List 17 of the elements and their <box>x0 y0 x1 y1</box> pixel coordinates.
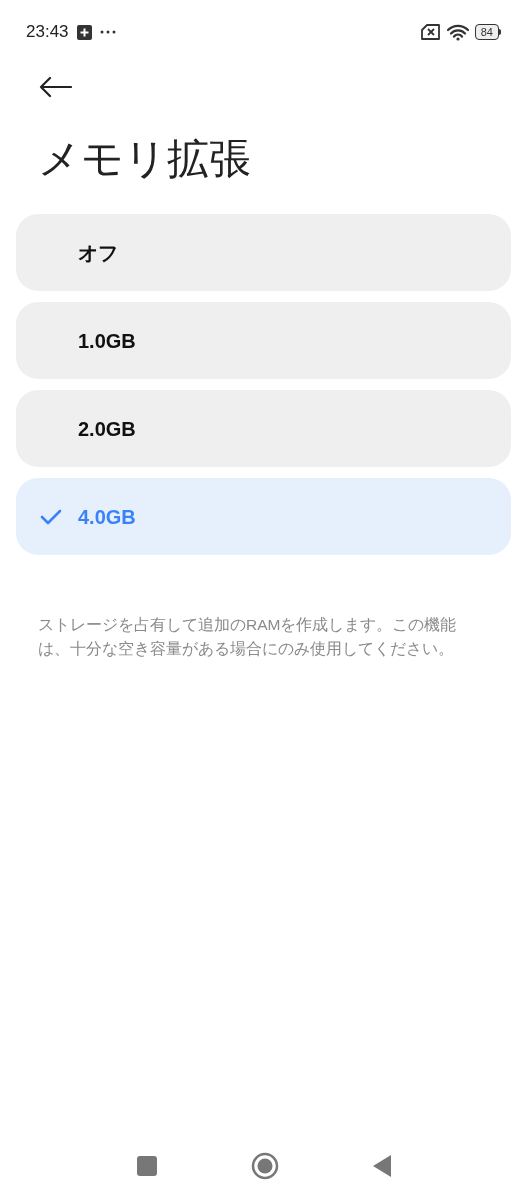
back-arrow-icon <box>38 76 72 98</box>
no-sim-icon <box>420 24 441 40</box>
checkmark-icon <box>40 508 62 525</box>
battery-icon: 84 <box>474 24 501 40</box>
back-button[interactable] <box>38 76 72 98</box>
notification-plus-icon <box>76 24 92 40</box>
recents-square-icon[interactable] <box>136 1156 157 1176</box>
more-dots-icon <box>99 30 116 34</box>
option-item[interactable]: オフ <box>16 214 511 291</box>
wifi-icon <box>446 23 469 41</box>
page-title: メモリ拡張 <box>37 134 252 184</box>
description-text: ストレージを占有して追加のRAMを作成します。この機能は、十分な空き容量がある場合にのみ使用してください。 <box>38 615 458 659</box>
back-triangle-icon[interactable] <box>372 1155 391 1177</box>
option-item[interactable]: 2.0GB <box>16 390 511 467</box>
home-circle-icon[interactable] <box>250 1152 279 1180</box>
status-time: 23:43 <box>26 21 69 44</box>
option-item[interactable]: 1.0GB <box>16 302 511 379</box>
